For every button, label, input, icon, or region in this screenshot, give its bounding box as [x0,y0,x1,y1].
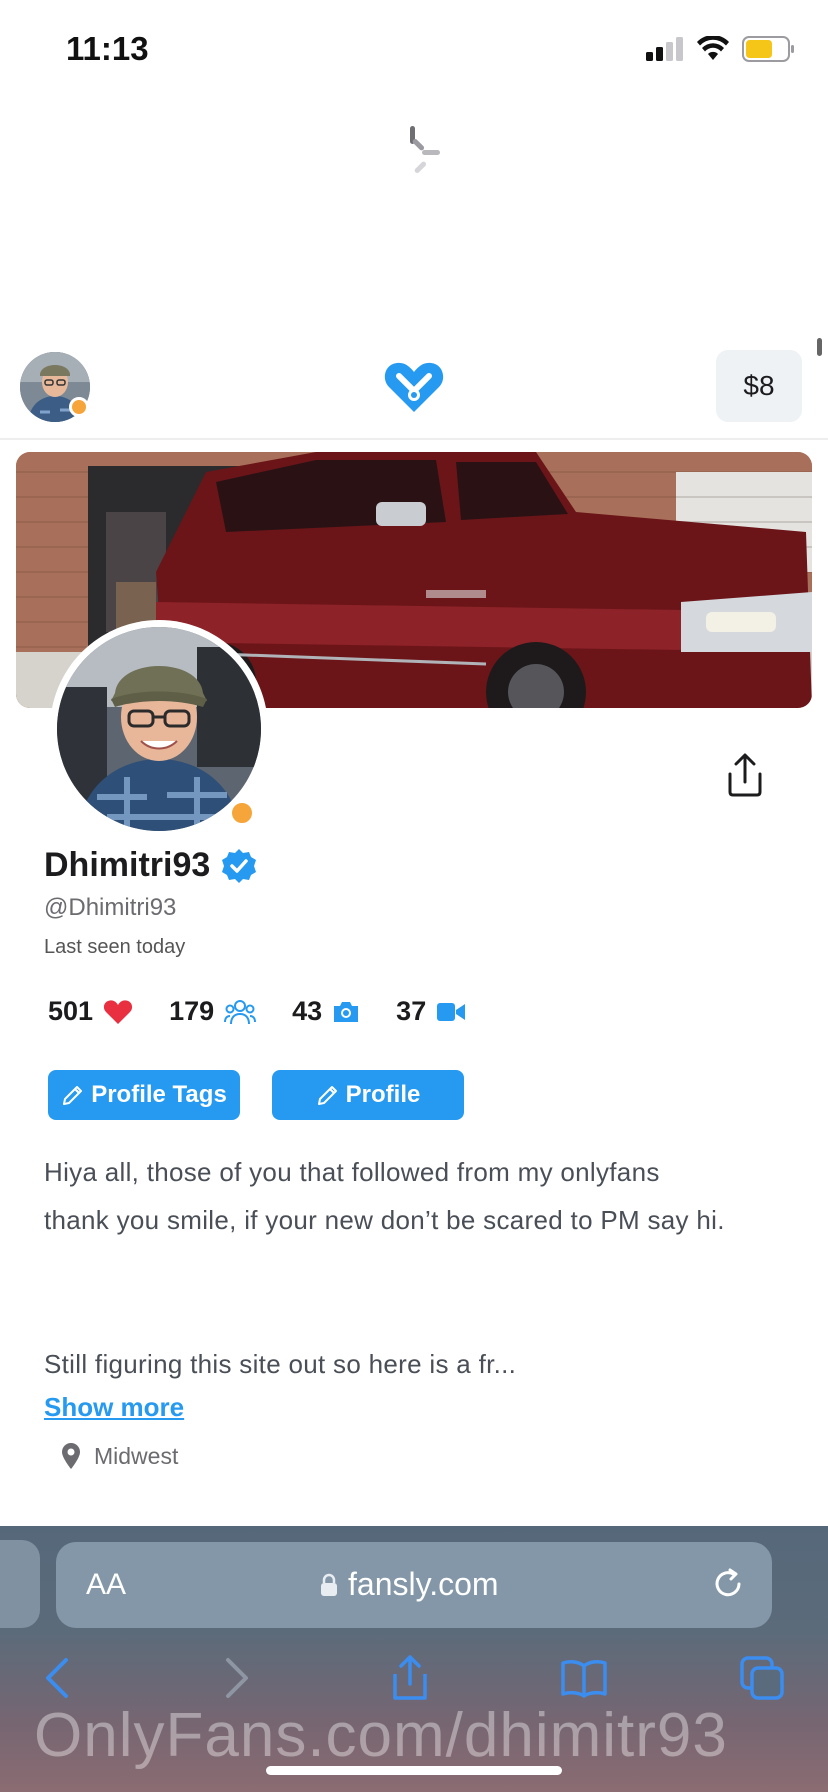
profile-action-buttons: Profile Tags Profile [48,1070,464,1120]
stat-videos[interactable]: 37 [396,996,466,1027]
reader-mode-button[interactable]: AA [86,1568,126,1602]
bio-spacer [44,1244,814,1340]
camera-icon [334,1001,359,1022]
home-indicator[interactable] [266,1766,562,1775]
scrollbar-thumb[interactable] [817,338,822,356]
reload-icon[interactable] [710,1566,746,1602]
forward-icon[interactable] [212,1654,260,1702]
reader-mode-label: AA [86,1568,127,1601]
profile-tags-label: Profile Tags [91,1081,227,1108]
wifi-icon [697,36,729,60]
url-display[interactable]: fansly.com [320,1566,499,1603]
status-time: 11:13 [66,30,149,67]
heart-icon [103,999,133,1024]
profile-avatar[interactable] [57,627,261,831]
top-nav: $8 [0,340,828,440]
back-icon[interactable] [34,1654,82,1702]
profile-stats: 501 179 43 37 [48,996,502,1027]
bio-line: Hiya all, those of you that followed fro… [44,1157,660,1187]
tabs-icon[interactable] [738,1654,786,1702]
pencil-icon [317,1086,337,1105]
username-handle: @Dhimitri93 [44,894,177,921]
share-icon[interactable] [722,752,768,798]
loading-spinner-icon [410,126,440,174]
pencil-icon [63,1086,83,1105]
verified-badge-icon [222,848,257,883]
lock-icon [321,1573,337,1596]
online-status-dot [69,397,89,417]
stat-followers[interactable]: 179 [169,996,257,1027]
watermark-text: OnlyFans.com/dhimitr93 [34,1701,728,1770]
url-text: fansly.com [348,1566,499,1602]
profile-tags-button[interactable]: Profile Tags [48,1070,240,1120]
edit-profile-label: Profile [345,1081,421,1108]
status-icons [646,36,796,62]
profile-bio: Hiya all, those of you that followed fro… [44,1148,814,1388]
battery-icon [742,36,794,62]
display-name-text: Dhimitri93 [44,846,211,884]
wallet-balance-button[interactable]: $8 [716,350,802,422]
stat-value: 43 [292,996,323,1026]
video-icon [437,1002,466,1021]
bio-line: thank you smile, if your new don’t be sc… [44,1205,725,1235]
location-pin-icon [62,1443,80,1469]
bookmarks-icon[interactable] [560,1654,608,1702]
display-name: Dhimitri93 [44,846,258,885]
profile-location: Midwest [60,1442,178,1470]
profile-avatar-photo [57,627,261,831]
stat-value: 37 [396,996,427,1026]
show-more-link[interactable]: Show more [44,1392,184,1423]
bio-line: Still figuring this site out so here is … [44,1349,517,1379]
fansly-logo-icon[interactable] [383,358,445,414]
stat-photos[interactable]: 43 [292,996,360,1027]
stat-value: 501 [48,996,94,1026]
last-seen-status: Last seen today [44,936,186,958]
online-status-dot [227,798,257,828]
cellular-signal-icon [646,37,683,61]
followers-icon [224,999,257,1024]
share-sheet-icon[interactable] [386,1654,434,1702]
edit-profile-button[interactable]: Profile [272,1070,464,1120]
status-bar: 11:13 [0,0,828,100]
location-text: Midwest [94,1442,179,1469]
stat-likes[interactable]: 501 [48,996,133,1027]
stat-value: 179 [169,996,215,1026]
previous-tab-preview[interactable] [0,1540,40,1628]
